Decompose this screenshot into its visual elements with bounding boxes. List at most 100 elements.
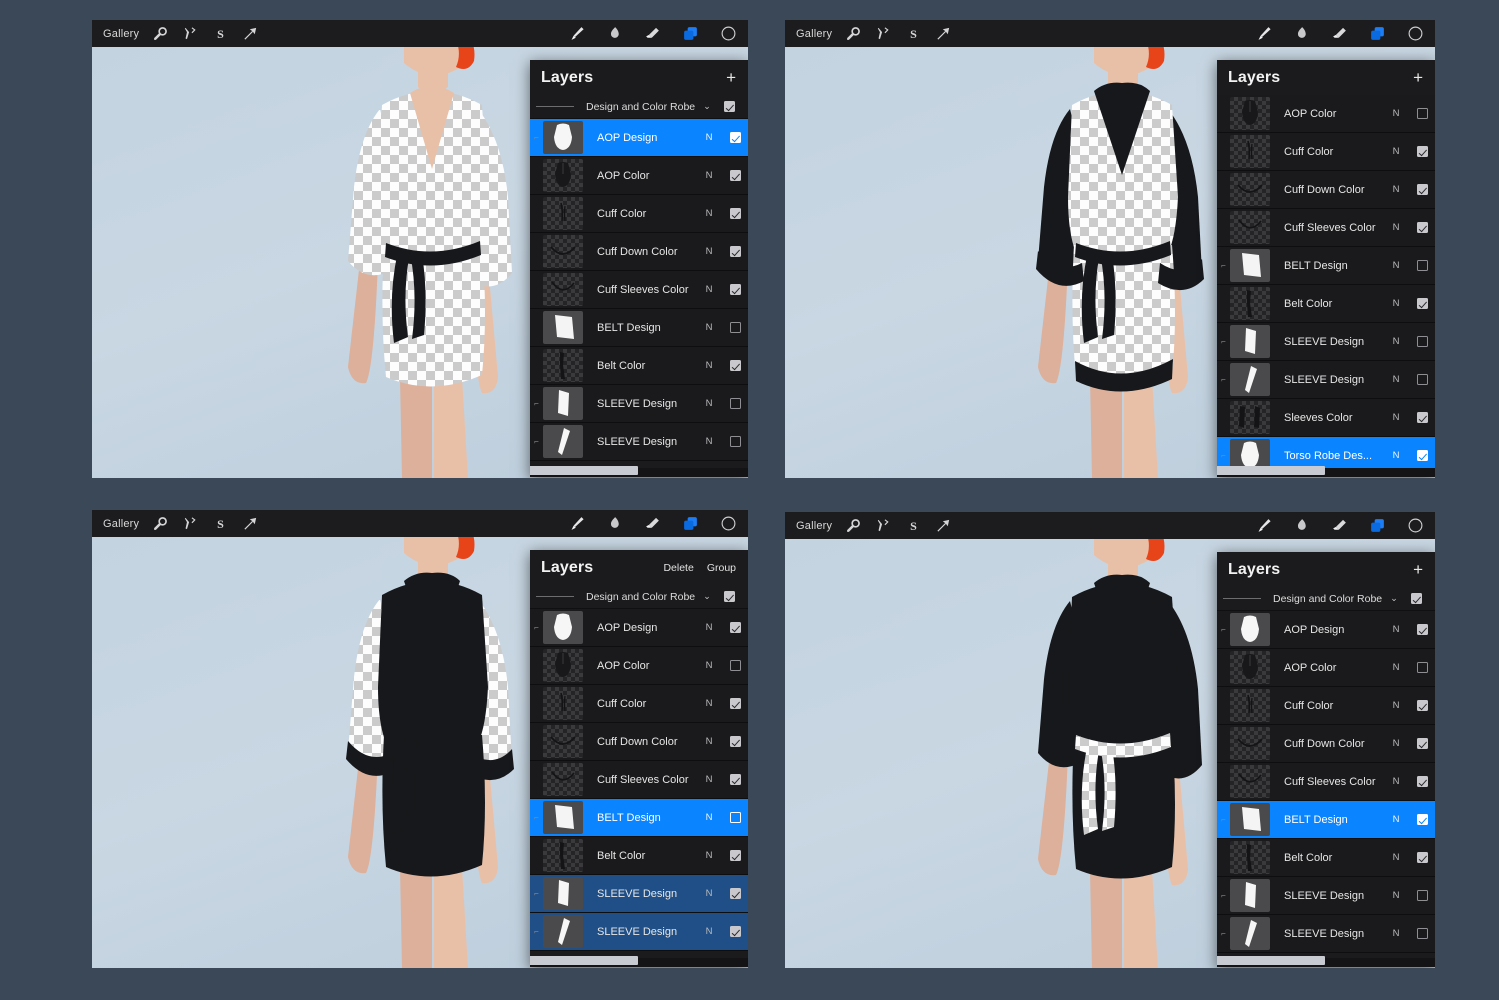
layers-icon[interactable] (1369, 25, 1386, 42)
layers-icon[interactable] (682, 515, 699, 532)
layer-visibility-checkbox[interactable] (1409, 108, 1435, 119)
layer-row[interactable]: Cuff ColorN (530, 195, 748, 233)
layer-row[interactable]: ⌐BELT DesignN (1217, 247, 1435, 285)
layer-blend-mode[interactable]: N (1383, 108, 1409, 119)
layer-row[interactable]: ⌐SLEEVE DesignN (530, 875, 748, 913)
layer-row[interactable]: AOP ColorN (530, 157, 748, 195)
layer-blend-mode[interactable]: N (696, 888, 722, 899)
layer-blend-mode[interactable]: N (696, 436, 722, 447)
layer-visibility-checkbox[interactable] (722, 132, 748, 143)
layer-group-row[interactable]: Design and Color Robe⌄ (530, 95, 748, 119)
layer-blend-mode[interactable]: N (696, 398, 722, 409)
layer-visibility-checkbox[interactable] (722, 170, 748, 181)
layer-blend-mode[interactable]: N (696, 698, 722, 709)
brush-icon[interactable] (1255, 517, 1272, 534)
layer-row[interactable]: AOP ColorN (530, 647, 748, 685)
layer-blend-mode[interactable]: N (696, 132, 722, 143)
layer-row[interactable]: Belt ColorN (1217, 285, 1435, 323)
selection-wand-icon[interactable] (182, 25, 199, 42)
layer-visibility-checkbox[interactable] (1409, 336, 1435, 347)
brush-icon[interactable] (1255, 25, 1272, 42)
layer-row[interactable]: ⌐SLEEVE DesignN (1217, 323, 1435, 361)
layer-blend-mode[interactable]: N (1383, 814, 1409, 825)
layer-row[interactable]: ⌐AOP DesignN (1217, 611, 1435, 649)
transform-arrow-icon[interactable] (242, 515, 259, 532)
layer-visibility-checkbox[interactable] (1409, 662, 1435, 673)
layer-visibility-checkbox[interactable] (722, 850, 748, 861)
adjustments-wrench-icon[interactable] (845, 25, 862, 42)
transform-arrow-icon[interactable] (935, 25, 952, 42)
brush-icon[interactable] (568, 515, 585, 532)
add-layer-button[interactable]: + (1413, 69, 1423, 86)
layer-row[interactable]: ⌐BELT DesignN (1217, 801, 1435, 839)
layer-row[interactable]: Cuff Down ColorN (530, 723, 748, 761)
layer-row[interactable]: Cuff Sleeves ColorN (1217, 209, 1435, 247)
gallery-button[interactable]: Gallery (796, 28, 832, 40)
layer-row[interactable]: ⌐SLEEVE DesignN (1217, 915, 1435, 953)
layer-blend-mode[interactable]: N (696, 812, 722, 823)
group-visibility-toggle[interactable] (716, 101, 742, 112)
layer-blend-mode[interactable]: N (1383, 298, 1409, 309)
eraser-icon[interactable] (644, 515, 661, 532)
layer-row[interactable]: Cuff Sleeves ColorN (1217, 763, 1435, 801)
smudge-icon[interactable] (1293, 25, 1310, 42)
layer-visibility-checkbox[interactable] (722, 660, 748, 671)
layer-row[interactable]: AOP ColorN (1217, 649, 1435, 687)
layer-blend-mode[interactable]: N (1383, 336, 1409, 347)
layer-visibility-checkbox[interactable] (1409, 624, 1435, 635)
delete-button[interactable]: Delete (663, 562, 693, 574)
layer-blend-mode[interactable]: N (696, 170, 722, 181)
layer-visibility-checkbox[interactable] (722, 398, 748, 409)
layer-visibility-checkbox[interactable] (1409, 738, 1435, 749)
layer-row[interactable]: Sleeves ColorN (1217, 399, 1435, 437)
layer-visibility-checkbox[interactable] (1409, 222, 1435, 233)
layer-blend-mode[interactable]: N (1383, 412, 1409, 423)
layer-visibility-checkbox[interactable] (722, 736, 748, 747)
layer-blend-mode[interactable]: N (1383, 852, 1409, 863)
selection-s-icon[interactable]: S (905, 517, 922, 534)
layer-visibility-checkbox[interactable] (1409, 814, 1435, 825)
eraser-icon[interactable] (1331, 517, 1348, 534)
layer-row[interactable]: Cuff ColorN (1217, 133, 1435, 171)
layer-visibility-checkbox[interactable] (722, 208, 748, 219)
layer-visibility-checkbox[interactable] (722, 812, 748, 823)
layer-row[interactable]: Cuff Sleeves ColorN (530, 761, 748, 799)
eraser-icon[interactable] (1331, 25, 1348, 42)
layer-row[interactable]: ⌐SLEEVE DesignN (1217, 361, 1435, 399)
layer-row[interactable]: ⌐SLEEVE DesignN (1217, 877, 1435, 915)
layer-row[interactable]: Belt ColorN (530, 837, 748, 875)
layer-blend-mode[interactable]: N (1383, 260, 1409, 271)
layer-blend-mode[interactable]: N (1383, 222, 1409, 233)
layer-row[interactable]: Cuff Down ColorN (1217, 171, 1435, 209)
layer-visibility-checkbox[interactable] (722, 774, 748, 785)
adjustments-wrench-icon[interactable] (152, 515, 169, 532)
gallery-button[interactable]: Gallery (103, 28, 139, 40)
chevron-down-icon[interactable]: ⌄ (698, 101, 716, 112)
selection-s-icon[interactable]: S (212, 515, 229, 532)
layer-visibility-checkbox[interactable] (722, 322, 748, 333)
layer-visibility-checkbox[interactable] (1409, 450, 1435, 461)
layer-blend-mode[interactable]: N (696, 284, 722, 295)
selection-s-icon[interactable]: S (905, 25, 922, 42)
group-visibility-toggle[interactable] (1403, 593, 1429, 604)
layer-blend-mode[interactable]: N (1383, 374, 1409, 385)
selection-wand-icon[interactable] (182, 515, 199, 532)
layer-visibility-checkbox[interactable] (1409, 298, 1435, 309)
layer-blend-mode[interactable]: N (1383, 700, 1409, 711)
layer-blend-mode[interactable]: N (1383, 776, 1409, 787)
smudge-icon[interactable] (1293, 517, 1310, 534)
layer-row[interactable]: ⌐AOP DesignN (530, 119, 748, 157)
layer-visibility-checkbox[interactable] (722, 926, 748, 937)
layer-row[interactable]: AOP ColorN (1217, 95, 1435, 133)
color-swatch-icon[interactable] (720, 25, 737, 42)
layer-blend-mode[interactable]: N (696, 850, 722, 861)
layer-row[interactable]: ⌐SLEEVE DesignN (530, 913, 748, 951)
layer-blend-mode[interactable]: N (1383, 928, 1409, 939)
layer-blend-mode[interactable]: N (696, 322, 722, 333)
layer-blend-mode[interactable]: N (696, 360, 722, 371)
layer-row[interactable]: ⌐Torso Robe Des...N (1217, 437, 1435, 468)
layer-blend-mode[interactable]: N (696, 208, 722, 219)
layer-visibility-checkbox[interactable] (722, 436, 748, 447)
layer-blend-mode[interactable]: N (696, 736, 722, 747)
transform-arrow-icon[interactable] (935, 517, 952, 534)
